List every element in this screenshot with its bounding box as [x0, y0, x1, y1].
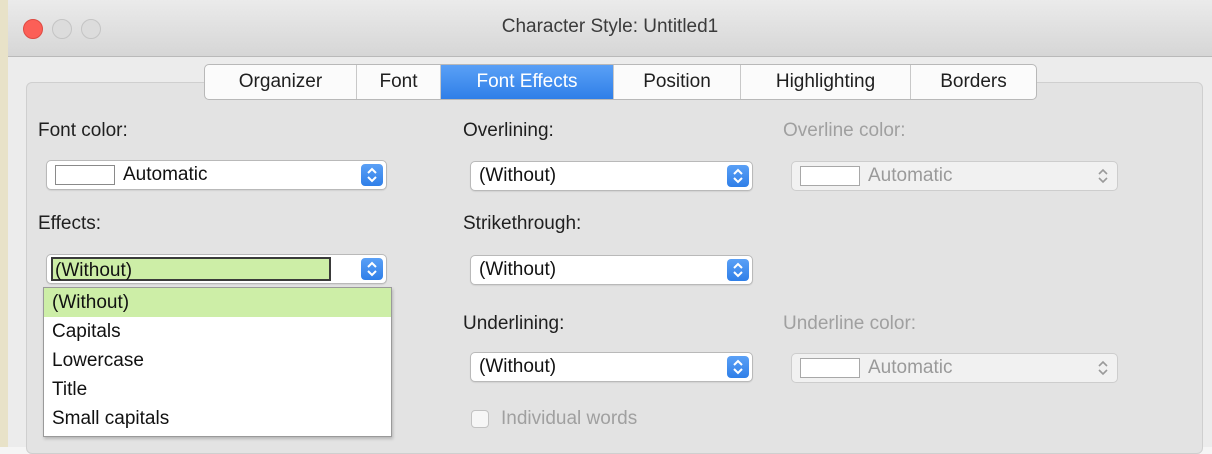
effects-label: Effects:: [38, 213, 102, 234]
font-color-select[interactable]: Automatic: [46, 160, 387, 190]
underline-color-value: Automatic: [868, 357, 953, 378]
underlining-label: Underlining:: [463, 313, 565, 334]
chevron-updown-icon: [361, 258, 383, 280]
strikethrough-value: (Without): [479, 259, 557, 280]
effects-value: (Without): [51, 257, 331, 281]
chevron-updown-icon: [1092, 357, 1114, 379]
font-color-label: Font color:: [38, 120, 128, 141]
tab-font-effects[interactable]: Font Effects: [441, 65, 614, 99]
window-title: Character Style: Untitled1: [501, 16, 719, 37]
underline-color-swatch: [800, 358, 860, 378]
tab-borders[interactable]: Borders: [911, 65, 1036, 99]
tab-bar: Organizer Font Font Effects Position Hig…: [204, 64, 1037, 100]
underlining-select[interactable]: (Without): [470, 352, 753, 382]
chevron-updown-icon: [727, 259, 749, 281]
tab-font[interactable]: Font: [357, 65, 441, 99]
tab-position[interactable]: Position: [614, 65, 741, 99]
font-color-value: Automatic: [123, 164, 208, 185]
effects-option-title[interactable]: Title: [44, 375, 391, 404]
overlining-label: Overlining:: [463, 120, 554, 141]
effects-option-lowercase[interactable]: Lowercase: [44, 346, 391, 375]
tab-organizer[interactable]: Organizer: [205, 65, 357, 99]
underline-color-label: Underline color:: [783, 313, 917, 334]
tab-highlighting[interactable]: Highlighting: [741, 65, 911, 99]
effects-dropdown-list: (Without) Capitals Lowercase Title Small…: [43, 287, 392, 437]
effects-option-capitals[interactable]: Capitals: [44, 317, 391, 346]
overlining-select[interactable]: (Without): [470, 161, 753, 191]
strikethrough-select[interactable]: (Without): [470, 255, 753, 285]
underlining-value: (Without): [479, 356, 557, 377]
overlining-value: (Without): [479, 165, 557, 186]
overline-color-value: Automatic: [868, 165, 953, 186]
underline-color-select[interactable]: Automatic: [791, 353, 1118, 383]
chevron-updown-icon: [727, 356, 749, 378]
strikethrough-label: Strikethrough:: [463, 213, 582, 234]
effects-select[interactable]: (Without): [46, 254, 387, 284]
chevron-updown-icon: [727, 165, 749, 187]
overline-color-swatch: [800, 166, 860, 186]
individual-words-checkbox[interactable]: [471, 410, 489, 428]
font-color-swatch: [55, 165, 115, 185]
chevron-updown-icon: [361, 164, 383, 186]
overline-color-label: Overline color:: [783, 120, 906, 141]
effects-option-small-capitals[interactable]: Small capitals: [44, 404, 391, 433]
overline-color-select[interactable]: Automatic: [791, 161, 1118, 191]
effects-option-without[interactable]: (Without): [44, 288, 391, 317]
title-bar[interactable]: Character Style: Untitled1: [8, 0, 1212, 57]
chevron-updown-icon: [1092, 165, 1114, 187]
individual-words-label: Individual words: [501, 408, 638, 429]
